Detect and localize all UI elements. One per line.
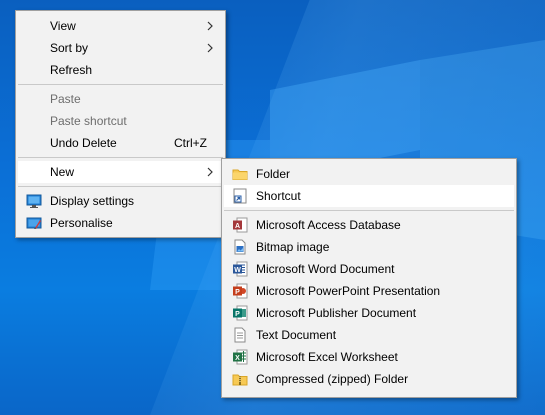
- menu-item-display-settings[interactable]: Display settings: [18, 190, 223, 212]
- display-settings-icon: [26, 194, 42, 208]
- menu-item-refresh[interactable]: Refresh: [18, 59, 223, 81]
- submenu-item-folder[interactable]: Folder: [224, 163, 514, 185]
- zip-folder-icon: [232, 374, 248, 386]
- submenu-item-label: Microsoft Excel Worksheet: [256, 350, 398, 364]
- desktop-context-menu: View Sort by Refresh Paste Paste shortcu…: [15, 10, 226, 238]
- access-icon: A: [233, 217, 248, 233]
- shortcut-icon: [233, 188, 247, 204]
- word-icon: W: [233, 261, 248, 277]
- new-submenu: Folder Shortcut A Microsoft Access Datab…: [221, 158, 517, 398]
- text-document-icon: [234, 327, 246, 343]
- menu-separator: [18, 186, 223, 187]
- chevron-right-icon: [207, 167, 213, 177]
- submenu-item-powerpoint-presentation[interactable]: P Microsoft PowerPoint Presentation: [224, 280, 514, 302]
- submenu-item-word-document[interactable]: W Microsoft Word Document: [224, 258, 514, 280]
- folder-icon: [232, 169, 248, 180]
- menu-item-label: Paste shortcut: [50, 114, 127, 128]
- svg-text:P: P: [235, 311, 240, 318]
- menu-item-new[interactable]: New: [18, 161, 223, 183]
- submenu-item-label: Microsoft Word Document: [256, 262, 395, 276]
- menu-item-label: Refresh: [50, 63, 93, 77]
- menu-item-label: View: [50, 19, 76, 33]
- shortcut-text: Ctrl+Z: [174, 136, 207, 150]
- menu-item-personalise[interactable]: Personalise: [18, 212, 223, 234]
- submenu-item-shortcut[interactable]: Shortcut: [224, 185, 514, 207]
- powerpoint-icon: P: [233, 283, 248, 299]
- svg-text:A: A: [235, 223, 240, 230]
- menu-item-paste-shortcut[interactable]: Paste shortcut: [18, 110, 223, 132]
- bitmap-icon: [234, 239, 246, 255]
- menu-item-undo-delete[interactable]: Undo Delete Ctrl+Z: [18, 132, 223, 154]
- submenu-item-excel-worksheet[interactable]: X Microsoft Excel Worksheet: [224, 346, 514, 368]
- menu-item-label: Paste: [50, 92, 81, 106]
- menu-item-label: Undo Delete: [50, 136, 117, 150]
- submenu-item-bitmap-image[interactable]: Bitmap image: [224, 236, 514, 258]
- menu-item-label: Display settings: [50, 194, 135, 208]
- menu-item-label: New: [50, 165, 75, 179]
- submenu-item-label: Microsoft PowerPoint Presentation: [256, 284, 441, 298]
- submenu-item-label: Microsoft Access Database: [256, 218, 401, 232]
- submenu-item-publisher-document[interactable]: P Microsoft Publisher Document: [224, 302, 514, 324]
- menu-item-view[interactable]: View: [18, 15, 223, 37]
- submenu-item-label: Compressed (zipped) Folder: [256, 372, 409, 386]
- personalise-icon: [26, 217, 42, 229]
- submenu-item-access-database[interactable]: A Microsoft Access Database: [224, 214, 514, 236]
- menu-separator: [224, 210, 514, 211]
- publisher-icon: P: [233, 305, 248, 321]
- submenu-item-label: Microsoft Publisher Document: [256, 306, 417, 320]
- menu-item-label: Personalise: [50, 216, 113, 230]
- submenu-item-text-document[interactable]: Text Document: [224, 324, 514, 346]
- menu-item-paste[interactable]: Paste: [18, 88, 223, 110]
- excel-icon: X: [233, 349, 248, 365]
- menu-item-sort-by[interactable]: Sort by: [18, 37, 223, 59]
- submenu-item-label: Folder: [256, 167, 291, 181]
- svg-text:X: X: [235, 355, 240, 362]
- menu-separator: [18, 157, 223, 158]
- submenu-item-label: Text Document: [256, 328, 337, 342]
- chevron-right-icon: [207, 43, 213, 53]
- menu-item-label: Sort by: [50, 41, 89, 55]
- submenu-item-compressed-folder[interactable]: Compressed (zipped) Folder: [224, 368, 514, 390]
- menu-separator: [18, 84, 223, 85]
- chevron-right-icon: [207, 21, 213, 31]
- svg-text:P: P: [235, 289, 240, 296]
- submenu-item-label: Bitmap image: [256, 240, 330, 254]
- submenu-item-label: Shortcut: [256, 189, 301, 203]
- svg-text:W: W: [234, 267, 241, 274]
